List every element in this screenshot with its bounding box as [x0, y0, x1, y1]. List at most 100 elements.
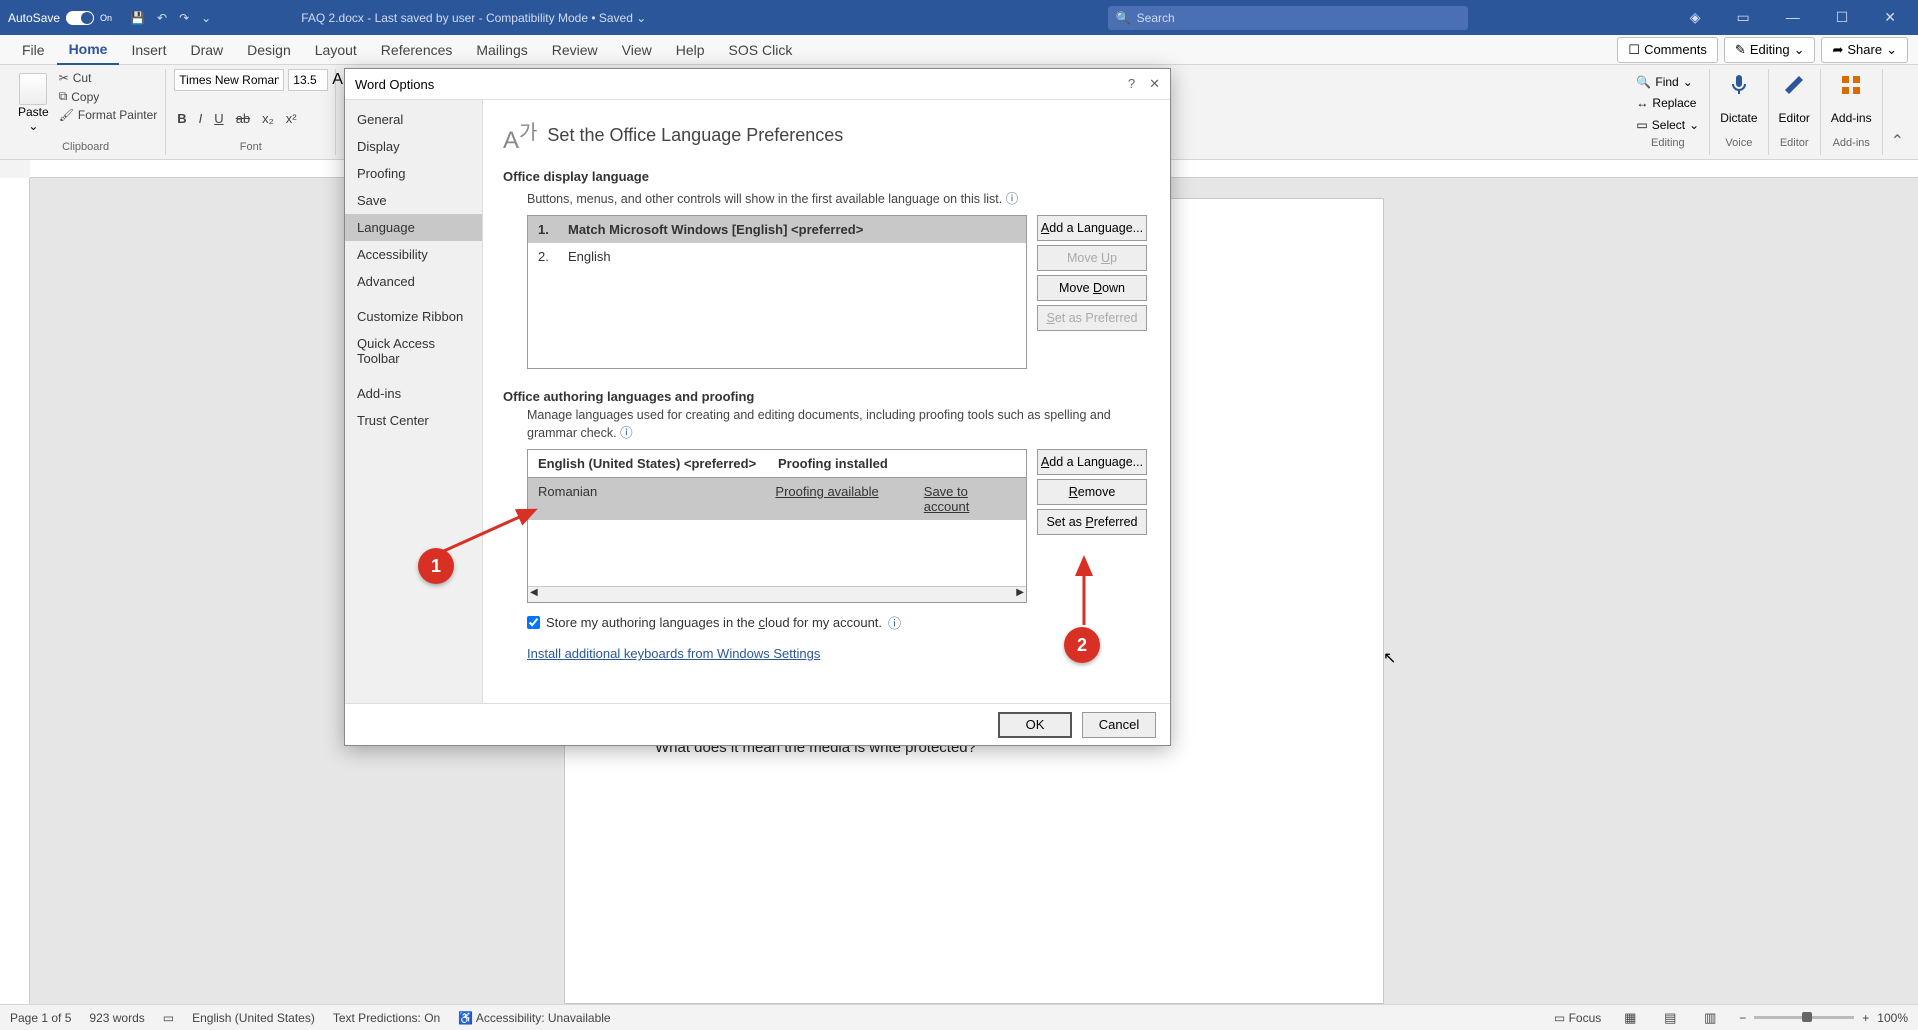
status-accessibility[interactable]: ♿ Accessibility: Unavailable [458, 1011, 610, 1025]
replace-button[interactable]: ↔ Replace [1636, 94, 1699, 112]
sidebar-item-advanced[interactable]: Advanced [345, 268, 482, 295]
sidebar-item-display[interactable]: Display [345, 133, 482, 160]
info-icon[interactable]: ⓘ [620, 426, 633, 440]
ruler-vertical[interactable] [0, 178, 30, 1004]
paste-button[interactable]: Paste ⌄ [14, 69, 53, 137]
authoring-language-row[interactable]: Romanian Proofing available Save to acco… [528, 478, 1026, 520]
cancel-button[interactable]: Cancel [1082, 712, 1156, 738]
redo-icon[interactable]: ↷ [179, 11, 189, 25]
diamond-icon[interactable]: ◈ [1682, 5, 1709, 30]
dictate-group[interactable]: Dictate Voice [1710, 69, 1768, 155]
sidebar-item-customize-ribbon[interactable]: Customize Ribbon [345, 303, 482, 330]
tab-references[interactable]: References [369, 36, 465, 64]
dialog-help-button[interactable]: ? [1128, 76, 1135, 92]
zoom-in-button[interactable]: + [1862, 1011, 1869, 1025]
document-title[interactable]: FAQ 2.docx - Last saved by user - Compat… [221, 11, 1107, 25]
proofing-available-link[interactable]: Proofing available [775, 484, 878, 499]
tab-view[interactable]: View [610, 36, 664, 64]
authoring-list-header[interactable]: English (United States) <preferred> Proo… [528, 450, 1026, 478]
editor-group[interactable]: Editor Editor [1769, 69, 1821, 155]
tab-design[interactable]: Design [235, 36, 303, 64]
sidebar-item-qat[interactable]: Quick Access Toolbar [345, 330, 482, 372]
superscript-button[interactable]: x² [283, 109, 300, 128]
info-icon[interactable]: ⓘ [1006, 192, 1019, 206]
autosave-toggle[interactable]: AutoSave On [0, 11, 120, 25]
save-to-account-link[interactable]: Save to account [924, 484, 970, 514]
comments-button[interactable]: ☐ Comments [1617, 37, 1718, 63]
sidebar-item-general[interactable]: General [345, 106, 482, 133]
spellcheck-icon[interactable]: ▭ [163, 1011, 174, 1025]
display-language-row[interactable]: 1. Match Microsoft Windows [English] <pr… [528, 216, 1026, 243]
status-language[interactable]: English (United States) [192, 1011, 315, 1025]
tab-sosclick[interactable]: SOS Click [717, 36, 805, 64]
search-box[interactable]: 🔍 Search [1108, 6, 1468, 30]
sidebar-item-save[interactable]: Save [345, 187, 482, 214]
read-mode-icon[interactable]: ▦ [1619, 1009, 1641, 1027]
collapse-ribbon-icon[interactable]: ⌃ [1883, 127, 1912, 155]
tab-help[interactable]: Help [664, 36, 717, 64]
sidebar-item-trust-center[interactable]: Trust Center [345, 407, 482, 434]
tab-mailings[interactable]: Mailings [464, 36, 539, 64]
sidebar-item-accessibility[interactable]: Accessibility [345, 241, 482, 268]
set-preferred-authoring-button[interactable]: Set as Preferred [1037, 509, 1147, 535]
maximize-button[interactable]: ☐ [1828, 5, 1857, 30]
status-predictions[interactable]: Text Predictions: On [333, 1011, 440, 1025]
info-icon[interactable]: ⓘ [888, 613, 901, 632]
subscript-button[interactable]: x₂ [259, 109, 277, 128]
print-layout-icon[interactable]: ▤ [1659, 1009, 1681, 1027]
share-button[interactable]: ➦ Share ⌄ [1821, 37, 1908, 63]
add-authoring-language-button[interactable]: Add a Language... [1037, 449, 1147, 475]
bold-button[interactable]: B [174, 109, 189, 128]
sidebar-item-proofing[interactable]: Proofing [345, 160, 482, 187]
tab-layout[interactable]: Layout [303, 36, 369, 64]
web-layout-icon[interactable]: ▥ [1699, 1009, 1721, 1027]
zoom-thumb[interactable] [1802, 1012, 1812, 1022]
tab-draw[interactable]: Draw [178, 36, 235, 64]
ribbon-display-icon[interactable]: ▭ [1728, 5, 1757, 30]
ok-button[interactable]: OK [998, 712, 1072, 738]
minimize-button[interactable]: — [1778, 5, 1808, 30]
add-display-language-button[interactable]: Add a Language... [1037, 215, 1147, 241]
strike-button[interactable]: ab [233, 109, 253, 128]
dialog-close-button[interactable]: ✕ [1149, 76, 1160, 92]
install-keyboards-link[interactable]: Install additional keyboards from Window… [527, 646, 820, 661]
remove-authoring-language-button[interactable]: Remove [1037, 479, 1147, 505]
copy-button[interactable]: ⧉ Copy [59, 87, 158, 106]
list-scrollbar[interactable]: ◀▶ [528, 586, 1026, 602]
underline-button[interactable]: U [211, 109, 226, 128]
cut-button[interactable]: ✂ Cut [59, 69, 158, 87]
italic-button[interactable]: I [196, 109, 206, 128]
zoom-out-button[interactable]: − [1739, 1011, 1746, 1025]
authoring-language-list[interactable]: English (United States) <preferred> Proo… [527, 449, 1027, 603]
store-cloud-checkbox[interactable] [527, 616, 540, 629]
scroll-right-icon[interactable]: ▶ [1016, 587, 1024, 602]
tab-insert[interactable]: Insert [119, 36, 178, 64]
move-down-button[interactable]: Move Down [1037, 275, 1147, 301]
sidebar-item-addins[interactable]: Add-ins [345, 380, 482, 407]
tab-review[interactable]: Review [540, 36, 610, 64]
addins-group[interactable]: Add-ins Add-ins [1821, 69, 1883, 155]
display-language-list[interactable]: 1. Match Microsoft Windows [English] <pr… [527, 215, 1027, 369]
qat-dropdown-icon[interactable]: ⌄ [201, 11, 211, 25]
format-painter-button[interactable]: 🖌 Format Painter [59, 106, 158, 124]
tab-home[interactable]: Home [57, 35, 120, 65]
font-name-select[interactable] [174, 69, 284, 91]
tab-file[interactable]: File [10, 36, 57, 64]
status-words[interactable]: 923 words [89, 1011, 144, 1025]
close-button[interactable]: ✕ [1876, 5, 1904, 30]
editing-mode-button[interactable]: ✎ Editing ⌄ [1724, 37, 1816, 63]
scroll-left-icon[interactable]: ◀ [530, 587, 538, 602]
sidebar-item-language[interactable]: Language [345, 214, 482, 241]
language-heading-icon: A가 [503, 116, 537, 155]
find-button[interactable]: 🔍 Find ⌄ [1636, 73, 1699, 91]
select-button[interactable]: ▭ Select ⌄ [1636, 116, 1699, 134]
zoom-level[interactable]: 100% [1877, 1011, 1908, 1025]
font-size-select[interactable] [288, 69, 328, 91]
focus-mode-button[interactable]: ▭ Focus [1554, 1011, 1601, 1025]
zoom-slider[interactable] [1754, 1016, 1854, 1019]
undo-icon[interactable]: ↶ [157, 11, 167, 25]
zoom-control[interactable]: − + 100% [1739, 1011, 1908, 1025]
status-page[interactable]: Page 1 of 5 [10, 1011, 71, 1025]
display-language-row[interactable]: 2. English [528, 243, 1026, 270]
save-icon[interactable]: 💾 [130, 11, 145, 25]
